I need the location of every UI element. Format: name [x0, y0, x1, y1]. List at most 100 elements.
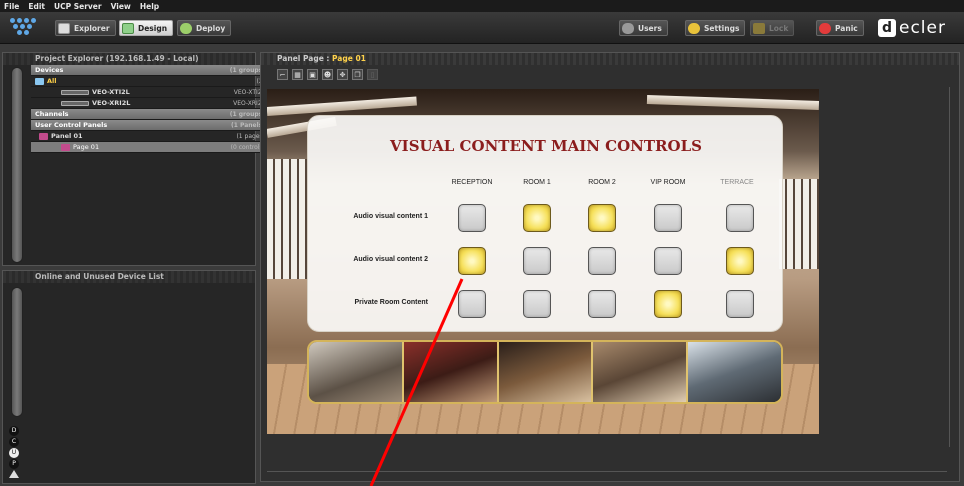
column-room-2: ROOM 2: [588, 179, 616, 186]
tree-page[interactable]: Page 01 (0 controls): [31, 142, 268, 153]
explorer-label: Explorer: [74, 23, 110, 33]
device-2-label: VEO-XRI2L: [92, 99, 131, 107]
settings-label: Settings: [704, 23, 740, 33]
tree-all[interactable]: All (2): [31, 76, 268, 87]
tree-panel[interactable]: Panel 01 (1 pages): [31, 131, 268, 142]
users-group-icon[interactable]: ☻: [322, 69, 333, 80]
panel-page-title: Panel Page : Page 01: [261, 53, 959, 65]
settings-button[interactable]: Settings: [685, 20, 746, 36]
tree-channels-label: Channels: [35, 110, 69, 118]
menu-bar: File Edit UCP Server View Help: [0, 0, 964, 12]
control-button[interactable]: [523, 204, 551, 232]
row-label-av2: Audio visual content 2: [353, 256, 428, 263]
background-beam: [646, 95, 819, 110]
control-button[interactable]: [654, 290, 682, 318]
tree-device-2[interactable]: VEO-XRI2L VEO-XRI2L: [31, 98, 268, 109]
unused-scrollbar[interactable]: [11, 287, 23, 417]
unused-device-panel: Online and Unused Device List: [2, 270, 256, 484]
thumbnail-strip: [307, 340, 783, 404]
ecler-mark-icon: d: [878, 19, 896, 37]
project-explorer-title: Project Explorer (192.168.1.49 - Local): [3, 53, 255, 65]
scroll-up-icon[interactable]: [9, 470, 19, 478]
indicator-c[interactable]: C: [9, 437, 19, 447]
controls-title: VISUAL CONTENT MAIN CONTROLS: [390, 137, 702, 155]
deploy-button[interactable]: Deploy: [177, 20, 232, 36]
menu-ucp-server[interactable]: UCP Server: [54, 2, 102, 11]
ecler-logo: d ecler: [878, 16, 946, 40]
control-button[interactable]: [523, 247, 551, 275]
explorer-icon: [58, 22, 70, 34]
control-button[interactable]: [588, 247, 616, 275]
copy-icon[interactable]: ❐: [352, 69, 363, 80]
folder-icon: [35, 77, 44, 85]
tree-page-label: Page 01: [73, 143, 100, 151]
deploy-icon: [180, 22, 192, 34]
tree-ucp[interactable]: User Control Panels (1 Panels): [31, 120, 268, 131]
design-icon: [122, 22, 134, 34]
menu-edit[interactable]: Edit: [28, 2, 45, 11]
lock-button[interactable]: Lock: [750, 20, 795, 36]
control-button[interactable]: [523, 290, 551, 318]
row-label-private: Private Room Content: [354, 299, 428, 306]
background-beam: [267, 96, 417, 116]
app-logo-icon: [10, 18, 36, 36]
design-canvas[interactable]: VISUAL CONTENT MAIN CONTROLS RECEPTION R…: [267, 89, 819, 434]
device-tree: Devices (1 groups) All (2) VEO-XTI2L VEO…: [31, 65, 268, 153]
indicator-p[interactable]: P: [9, 459, 19, 469]
panel-page-name: Page 01: [332, 54, 366, 63]
tree-all-label: All: [47, 77, 57, 85]
panel-horizontal-scrollbar[interactable]: [267, 471, 947, 477]
column-terrace: TERRACE: [720, 179, 754, 186]
control-button[interactable]: [654, 247, 682, 275]
tree-devices[interactable]: Devices (1 groups): [31, 65, 268, 76]
explorer-button[interactable]: Explorer: [55, 20, 116, 36]
indicator-u[interactable]: U: [9, 448, 19, 458]
thumbnail-1: [309, 342, 404, 402]
panel-vertical-scrollbar[interactable]: [949, 87, 955, 447]
unused-device-title: Online and Unused Device List: [3, 271, 255, 283]
device-1-label: VEO-XTI2L: [92, 88, 130, 96]
panic-button[interactable]: Panic: [816, 20, 864, 36]
control-button[interactable]: [588, 290, 616, 318]
control-button[interactable]: [458, 290, 486, 318]
design-button[interactable]: Design: [119, 20, 174, 36]
users-icon: [622, 22, 634, 34]
tree-channels[interactable]: Channels (1 groups): [31, 109, 268, 120]
row-label-av1: Audio visual content 1: [353, 213, 428, 220]
align-icon[interactable]: ⌐: [277, 69, 288, 80]
delete-icon[interactable]: ▯: [367, 69, 378, 80]
grid-icon[interactable]: ▦: [292, 69, 303, 80]
tree-devices-label: Devices: [35, 66, 64, 74]
explorer-scrollbar[interactable]: [11, 67, 23, 263]
frame-icon[interactable]: ▣: [307, 69, 318, 80]
page-icon: [61, 143, 70, 151]
tree-device-1[interactable]: VEO-XTI2L VEO-XTI2L: [31, 87, 268, 98]
control-button[interactable]: [654, 204, 682, 232]
design-label: Design: [138, 23, 168, 33]
control-button[interactable]: [726, 247, 754, 275]
users-button[interactable]: Users: [619, 20, 668, 36]
device-icon: [61, 89, 89, 95]
panel-tools: ⌐ ▦ ▣ ☻ ✥ ❐ ▯: [277, 69, 378, 80]
background-window: [267, 159, 307, 279]
lock-label: Lock: [769, 23, 789, 33]
control-button[interactable]: [458, 204, 486, 232]
menu-view[interactable]: View: [111, 2, 131, 11]
brand-name: ecler: [899, 18, 946, 38]
menu-file[interactable]: File: [4, 2, 19, 11]
users-label: Users: [638, 23, 662, 33]
column-reception: RECEPTION: [451, 179, 493, 186]
indicator-d[interactable]: D: [9, 426, 19, 436]
control-button[interactable]: [458, 247, 486, 275]
move-icon[interactable]: ✥: [337, 69, 348, 80]
deploy-label: Deploy: [196, 23, 226, 33]
thumbnail-4: [593, 342, 689, 402]
menu-help[interactable]: Help: [140, 2, 159, 11]
column-room-1: ROOM 1: [523, 179, 551, 186]
project-explorer-panel: Project Explorer (192.168.1.49 - Local) …: [2, 52, 268, 266]
control-button[interactable]: [726, 204, 754, 232]
control-button[interactable]: [726, 290, 754, 318]
side-indicators: D C U P: [9, 426, 19, 478]
gear-icon: [688, 22, 700, 34]
control-button[interactable]: [588, 204, 616, 232]
